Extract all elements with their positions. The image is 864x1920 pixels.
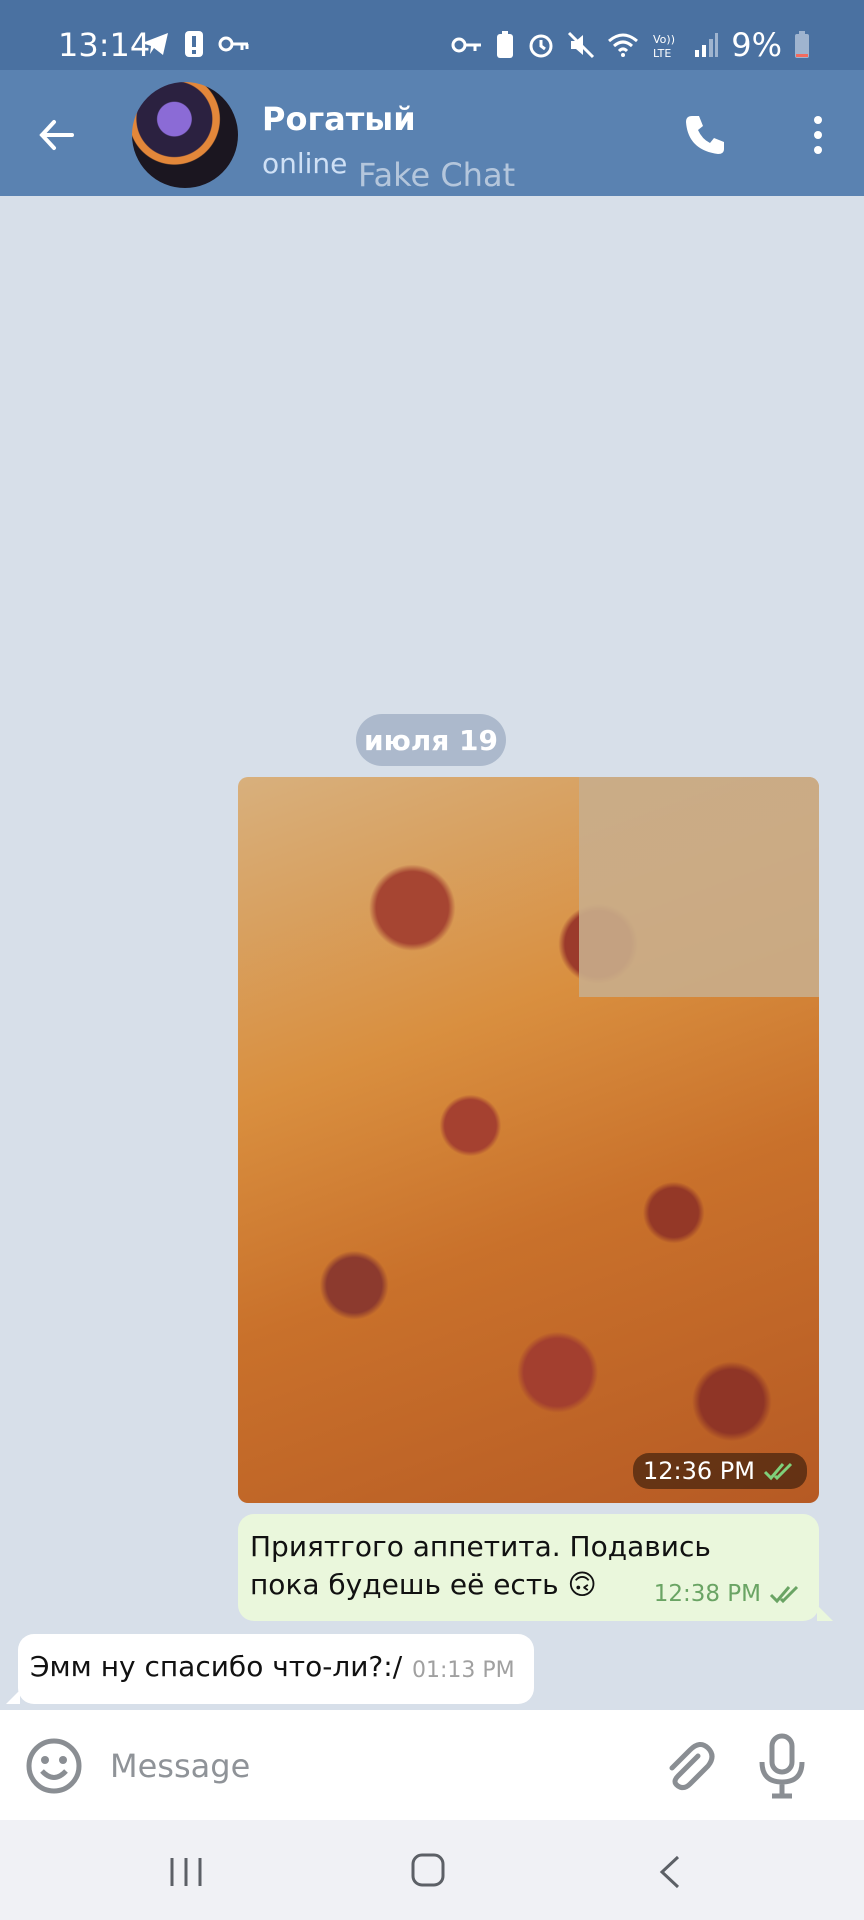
double-check-icon: [763, 1462, 793, 1481]
home-icon[interactable]: [410, 1852, 446, 1888]
double-check-icon: [769, 1585, 799, 1604]
mute-icon: [568, 31, 595, 59]
status-bar: 13:14 Vo)) LTE 9%: [0, 0, 864, 70]
svg-text:Vo)): Vo)): [653, 33, 675, 46]
paperclip-icon[interactable]: [658, 1738, 716, 1796]
status-time: 13:14: [58, 26, 151, 64]
photo-message[interactable]: 12:36 PM: [238, 777, 819, 1503]
contact-name[interactable]: Рогатый: [262, 100, 416, 138]
date-separator: июля 19: [356, 714, 506, 766]
more-vertical-icon[interactable]: [800, 110, 836, 160]
battery-percentage: 9%: [731, 26, 782, 64]
system-back-icon[interactable]: [656, 1854, 684, 1890]
outgoing-message-timestamp: 12:38 PM: [654, 1581, 803, 1607]
bubble-tail: [6, 1690, 20, 1704]
outgoing-time-label: 12:38 PM: [653, 1581, 761, 1607]
status-notification-icons: [140, 30, 250, 58]
photo-content: [579, 777, 819, 997]
watermark: Fake Chat: [358, 156, 516, 194]
system-navigation-bar: [0, 1820, 864, 1920]
outgoing-message[interactable]: Приятгого аппетита. Подавись пока будешь…: [238, 1514, 833, 1621]
wifi-icon: [608, 33, 639, 57]
alarm-icon: [529, 34, 553, 58]
phone-icon[interactable]: [680, 110, 730, 160]
svg-text:LTE: LTE: [653, 47, 671, 59]
back-arrow-icon[interactable]: [32, 110, 82, 160]
incoming-message-timestamp: 01:13 PM: [412, 1658, 515, 1683]
contact-avatar[interactable]: [132, 82, 238, 188]
alert-icon: [185, 31, 203, 57]
incoming-message-text: Эмм ну спасибо что-ли?:/: [30, 1650, 403, 1683]
incoming-message[interactable]: Эмм ну спасибо что-ли?:/ 01:13 PM: [6, 1634, 534, 1704]
contact-status: online: [262, 147, 348, 180]
battery-saver-icon: [497, 31, 514, 58]
signal-icon: [695, 33, 719, 57]
message-input[interactable]: [108, 1732, 632, 1800]
volte-icon: Vo))LTE: [653, 33, 675, 59]
emoji-icon[interactable]: [24, 1736, 84, 1796]
photo-timestamp: 12:36 PM: [633, 1453, 807, 1489]
chat-header: Рогатый online Fake Chat: [0, 70, 864, 196]
message-composer: [0, 1710, 864, 1820]
status-system-icons: Vo)) LTE 9%: [451, 26, 810, 64]
vpn-key-icon: [451, 37, 482, 53]
recent-apps-icon[interactable]: [168, 1856, 204, 1888]
battery-icon: [795, 31, 809, 58]
photo-time-label: 12:36 PM: [643, 1457, 755, 1485]
microphone-icon[interactable]: [756, 1732, 808, 1800]
telegram-icon: [142, 33, 168, 55]
bubble-tail: [817, 1605, 833, 1621]
key-icon: [218, 36, 249, 52]
